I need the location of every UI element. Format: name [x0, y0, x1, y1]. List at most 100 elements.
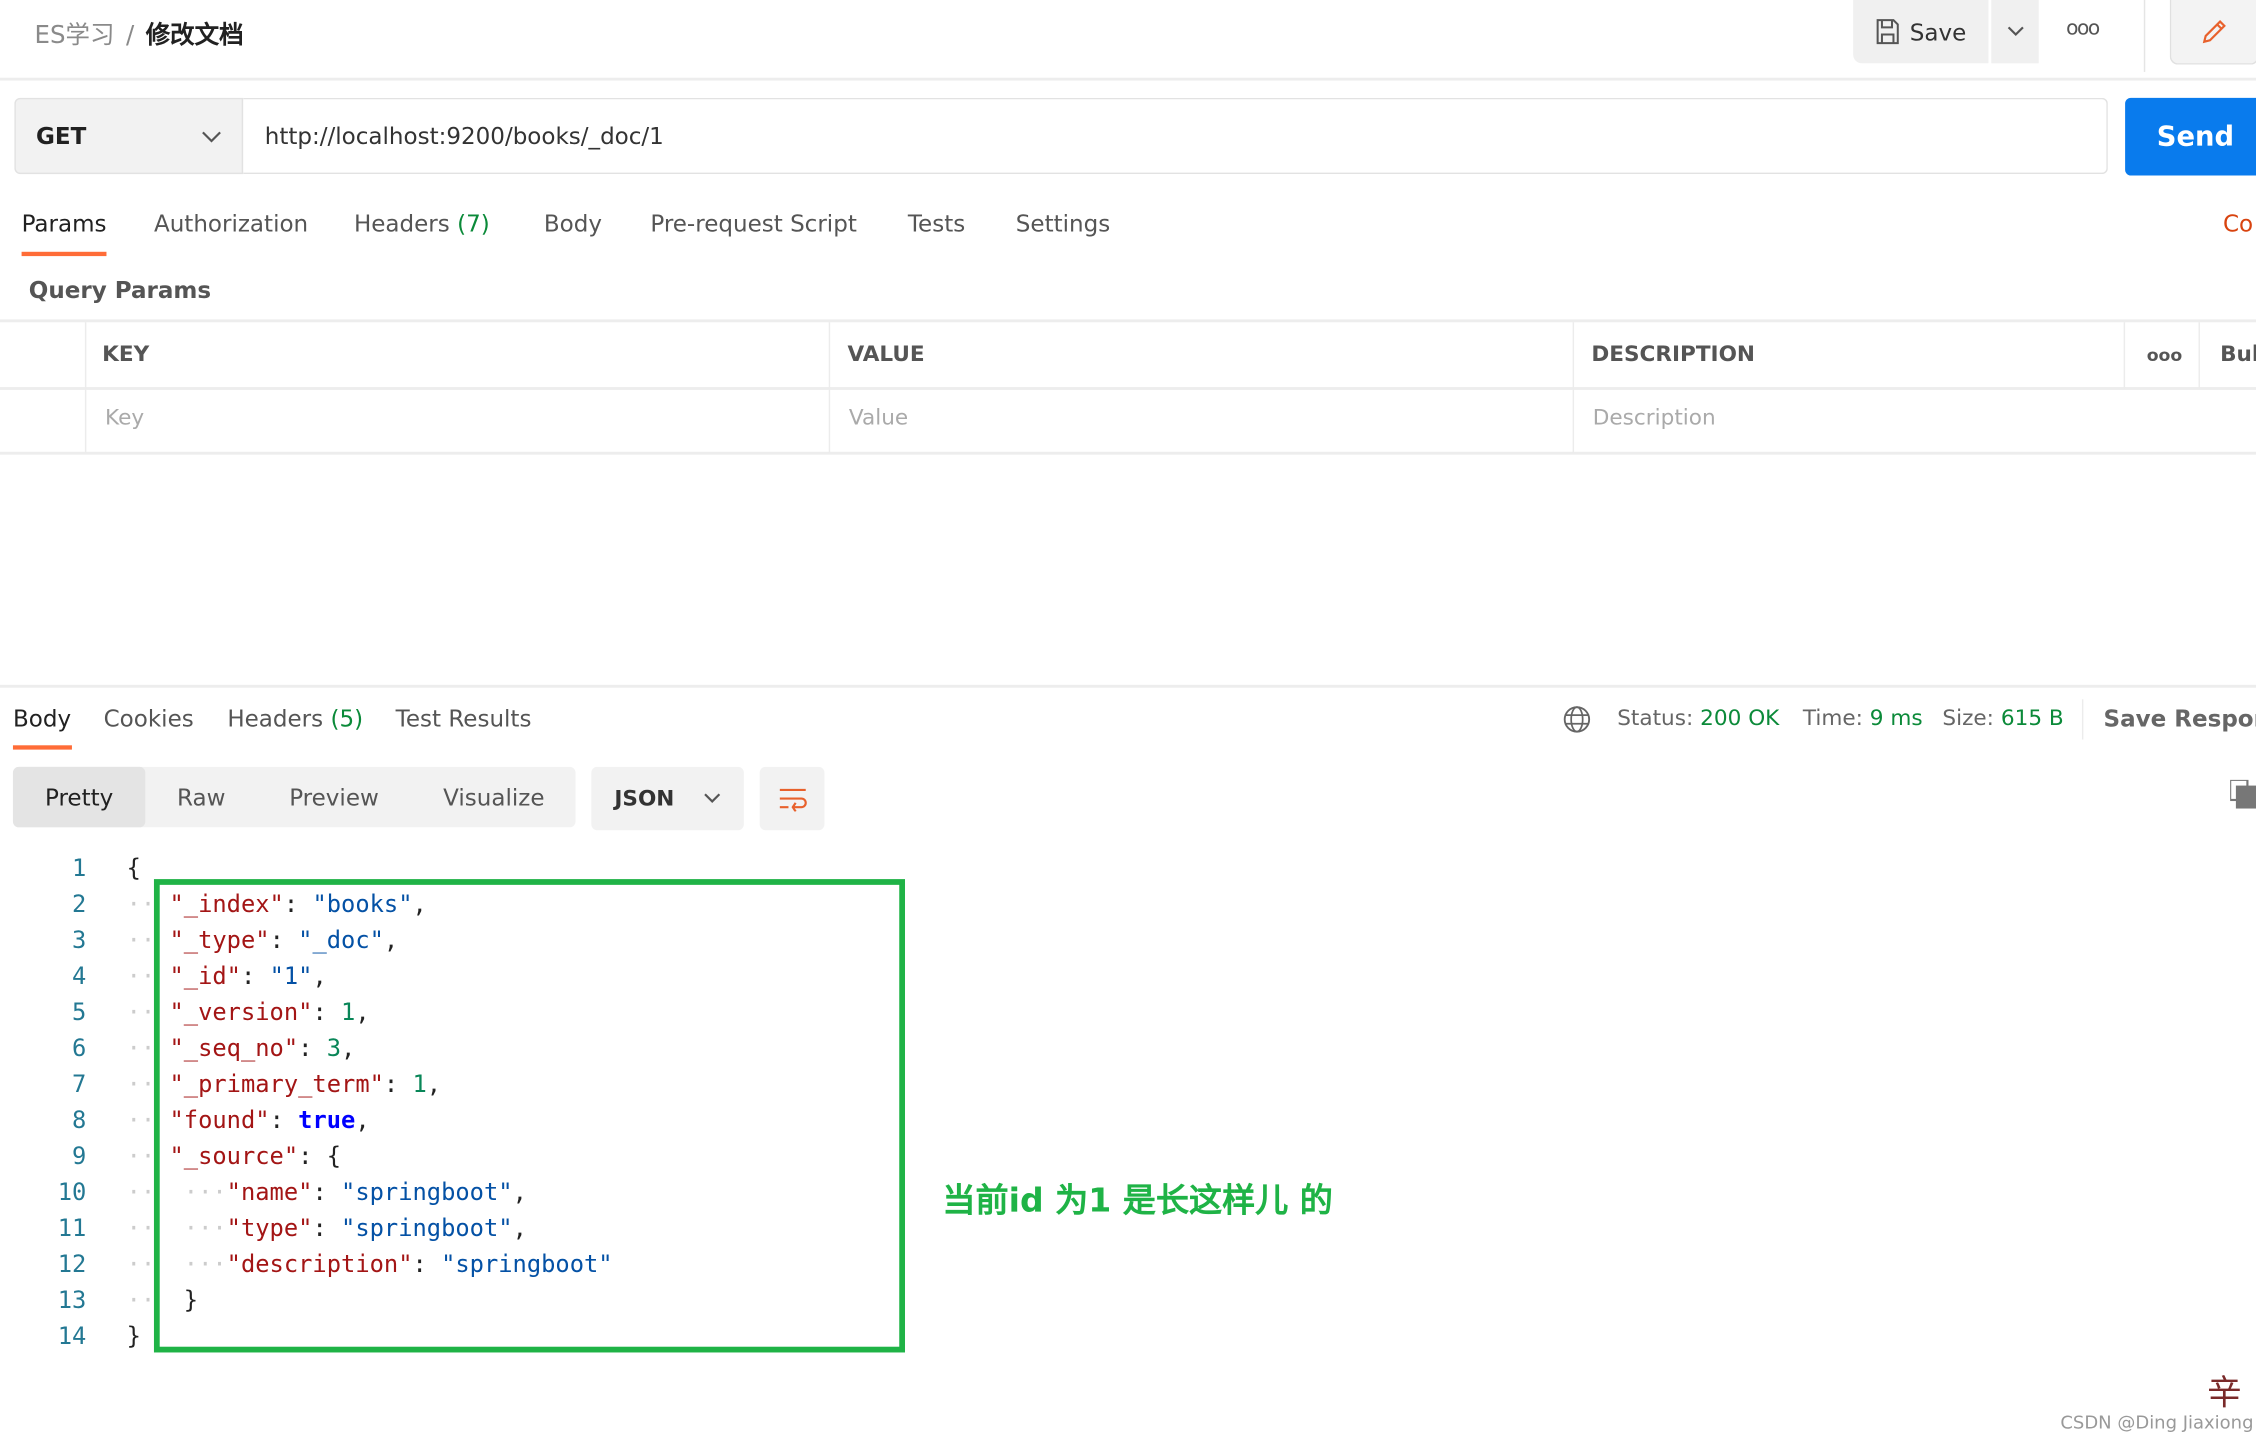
column-options-button[interactable]: ooo: [2147, 345, 2183, 365]
copy-icon[interactable]: [2230, 779, 2256, 809]
chevron-down-icon: [704, 793, 721, 803]
view-mode-preview[interactable]: Preview: [289, 767, 379, 827]
line-number: 7: [72, 1070, 87, 1098]
divider: [2198, 322, 2200, 389]
tab-tests[interactable]: Tests: [908, 210, 965, 237]
more-options-button[interactable]: ooo: [2066, 17, 2100, 41]
response-tab-test-results[interactable]: Test Results: [396, 705, 532, 732]
view-mode-visualize[interactable]: Visualize: [443, 767, 544, 827]
column-header-description: DESCRIPTION: [1591, 340, 1755, 367]
divider: [0, 387, 2256, 390]
response-status: Status: 200 OK: [1617, 705, 1779, 731]
save-response-button[interactable]: Save Respons: [2104, 705, 2256, 732]
pencil-icon: [2202, 20, 2226, 44]
response-time: Time: 9 ms: [1803, 705, 1923, 731]
line-number: 12: [57, 1250, 87, 1278]
code-token: {: [126, 854, 141, 882]
wrap-icon: [779, 788, 807, 812]
annotation-box: [153, 879, 906, 1353]
url-input[interactable]: http://localhost:9200/books/_doc/1: [243, 97, 2108, 175]
divider: [0, 319, 2256, 323]
method-value: GET: [35, 122, 87, 150]
pane-divider[interactable]: [0, 684, 2256, 688]
tab-pre-request-script[interactable]: Pre-request Script: [650, 210, 857, 237]
format-value: JSON: [614, 785, 675, 812]
breadcrumb-parent[interactable]: ES学习: [35, 22, 115, 51]
key-input[interactable]: Key: [105, 404, 144, 430]
tab-settings[interactable]: Settings: [1016, 210, 1110, 237]
breadcrumb: ES学习 / 修改文档: [35, 14, 244, 51]
divider: [0, 77, 2256, 81]
watermark: CSDN @Ding Jiaxiong: [2060, 1411, 2254, 1434]
view-mode-raw[interactable]: Raw: [177, 767, 225, 827]
description-input[interactable]: Description: [1593, 404, 1716, 430]
line-number: 14: [57, 1322, 87, 1350]
tab-params[interactable]: Params: [22, 210, 107, 237]
line-number: 8: [72, 1106, 87, 1134]
tab-count: (7): [457, 210, 490, 238]
bulk-edit-link[interactable]: Bul: [2220, 341, 2256, 367]
save-dropdown-button[interactable]: [1991, 0, 2039, 64]
divider: [2143, 0, 2146, 72]
divider: [0, 451, 2256, 455]
divider: [2081, 699, 2084, 740]
active-tab-indicator: [12, 745, 72, 750]
ellipsis-icon: ooo: [2066, 17, 2100, 41]
divider: [828, 322, 831, 454]
divider: [1572, 322, 1575, 454]
view-mode-pretty[interactable]: Pretty: [12, 766, 146, 828]
chevron-down-icon: [202, 130, 221, 142]
size-value: 615 B: [2000, 705, 2064, 731]
response-size: Size: 615 B: [1942, 705, 2063, 731]
line-number: 6: [72, 1034, 87, 1062]
code-line: }: [127, 1322, 141, 1349]
globe-icon[interactable]: [1563, 705, 1592, 734]
time-label: Time:: [1802, 705, 1863, 731]
column-header-key: KEY: [102, 340, 150, 367]
response-tab-headers[interactable]: Headers (5): [227, 705, 363, 732]
active-tab-indicator: [21, 251, 107, 257]
tab-body[interactable]: Body: [544, 210, 602, 237]
line-number: 11: [57, 1214, 87, 1242]
tab-count: (5): [330, 705, 364, 733]
line-number: 5: [72, 998, 87, 1026]
column-header-value: VALUE: [847, 340, 925, 367]
size-label: Size:: [1942, 705, 1994, 731]
format-select[interactable]: JSON: [591, 766, 744, 831]
line-number: 10: [57, 1178, 87, 1206]
response-tab-body[interactable]: Body: [13, 705, 71, 732]
breadcrumb-separator: /: [125, 21, 135, 51]
tab-label: Headers: [353, 210, 450, 238]
divider: [84, 322, 87, 454]
value-input[interactable]: Value: [849, 404, 908, 430]
save-button[interactable]: Save: [1853, 0, 1989, 64]
sticker-image: 辛: [2207, 1372, 2242, 1413]
line-number: 9: [72, 1142, 87, 1170]
line-number: 3: [72, 926, 87, 954]
line-number: 1: [72, 854, 87, 882]
tab-headers[interactable]: Headers (7): [354, 210, 490, 237]
line-number: 4: [72, 962, 87, 990]
code-line: {: [127, 855, 141, 882]
wrap-lines-button[interactable]: [759, 766, 825, 831]
save-label: Save: [1909, 17, 1967, 46]
divider: [2123, 322, 2126, 389]
query-params-title: Query Params: [28, 276, 212, 304]
response-tab-cookies[interactable]: Cookies: [104, 705, 194, 732]
breadcrumb-current[interactable]: 修改文档: [146, 22, 244, 51]
cookies-link[interactable]: Co: [2223, 210, 2253, 237]
status-label: Status:: [1617, 705, 1694, 731]
line-number: 13: [57, 1286, 87, 1314]
chevron-down-icon: [2007, 26, 2023, 37]
tab-label: Headers: [227, 705, 324, 733]
save-icon: [1877, 19, 1900, 45]
time-value: 9 ms: [1869, 705, 1923, 731]
tab-authorization[interactable]: Authorization: [154, 210, 308, 237]
status-value: 200 OK: [1700, 705, 1780, 731]
annotation-text: 当前id 为1 是长这样儿 的: [942, 1182, 1333, 1221]
code-token: }: [126, 1322, 141, 1350]
edit-button[interactable]: [2169, 0, 2256, 65]
method-select[interactable]: GET: [14, 97, 244, 175]
send-button[interactable]: Send: [2125, 97, 2256, 176]
line-number: 2: [72, 890, 87, 918]
